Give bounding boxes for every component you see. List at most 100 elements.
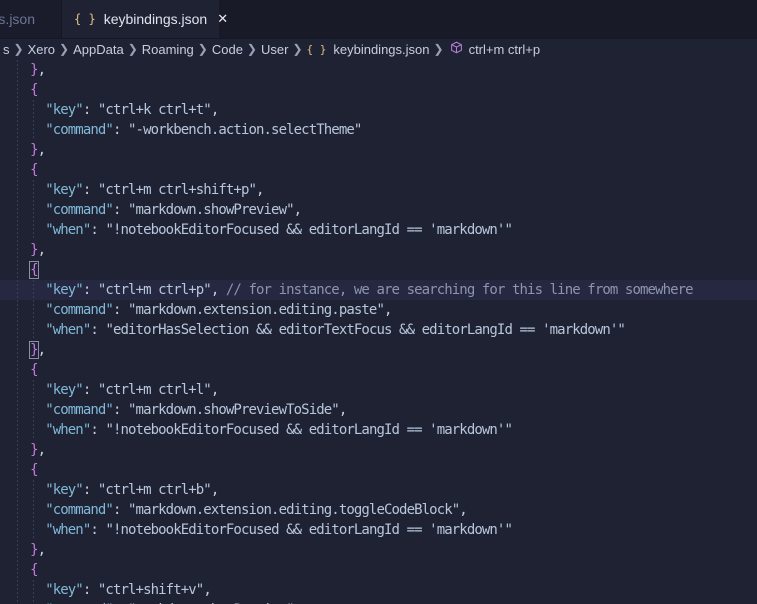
bracket: { bbox=[30, 362, 38, 378]
code-token-punct bbox=[0, 502, 45, 518]
code-line[interactable]: { bbox=[0, 560, 757, 580]
code-token-punct bbox=[0, 202, 45, 218]
code-line[interactable]: { bbox=[0, 460, 757, 480]
code-token-punct bbox=[0, 422, 45, 438]
code-line[interactable]: "key": "ctrl+m ctrl+p", // for instance,… bbox=[0, 280, 757, 300]
code-line[interactable]: { bbox=[0, 360, 757, 380]
code-line[interactable]: "command": "-workbench.action.selectThem… bbox=[0, 120, 757, 140]
code-token-str: "-workbench.action.selectTheme" bbox=[128, 122, 362, 138]
code-token-str: "!notebookEditorFocused && editorLangId … bbox=[105, 522, 512, 538]
close-tab-icon[interactable]: ✕ bbox=[217, 11, 228, 27]
code-token-punct: : bbox=[82, 582, 98, 598]
breadcrumb-item[interactable]: Xero bbox=[28, 42, 55, 57]
code-line[interactable]: "key": "ctrl+m ctrl+l", bbox=[0, 380, 757, 400]
code-token-str: "ctrl+shift+v" bbox=[97, 582, 204, 598]
chevron-right-icon: ❯ bbox=[127, 42, 138, 56]
code-token-key: "when" bbox=[45, 222, 91, 238]
code-line[interactable]: "command": "markdown.showPreview", bbox=[0, 200, 757, 220]
code-token-comment: // for instance, we are searching for th… bbox=[225, 282, 694, 298]
code-line[interactable]: }, bbox=[0, 60, 757, 80]
indent-guide bbox=[33, 180, 34, 200]
code-token-key: "command" bbox=[45, 122, 114, 138]
code-token-punct bbox=[0, 402, 45, 418]
tab-settings-json[interactable]: gs.json bbox=[0, 0, 62, 38]
code-token-key: "key" bbox=[45, 182, 84, 198]
code-line[interactable]: "when": "editorHasSelection && editorTex… bbox=[0, 320, 757, 340]
code-token-punct bbox=[0, 302, 45, 318]
breadcrumb-item[interactable]: Roaming bbox=[142, 42, 194, 57]
bracket: { bbox=[30, 82, 38, 98]
code-token-str: "editorHasSelection && editorTextFocus &… bbox=[105, 322, 625, 338]
code-token-punct: : bbox=[90, 222, 106, 238]
chevron-right-icon: ❯ bbox=[433, 42, 444, 56]
code-token-punct bbox=[0, 102, 45, 118]
code-line[interactable]: }, bbox=[0, 540, 757, 560]
tab-bar: gs.json { } keybindings.json ✕ bbox=[0, 0, 757, 39]
code-token-punct bbox=[0, 522, 45, 538]
indent-guide bbox=[17, 160, 18, 180]
code-line[interactable]: }, bbox=[0, 340, 757, 360]
tab-label: gs.json bbox=[0, 11, 35, 27]
code-line[interactable]: "when": "!notebookEditorFocused && edito… bbox=[0, 420, 757, 440]
indent-guide bbox=[33, 220, 34, 240]
code-token-key: "command" bbox=[45, 202, 114, 218]
code-line[interactable]: "key": "ctrl+shift+v", bbox=[0, 580, 757, 600]
code-line[interactable]: { bbox=[0, 260, 757, 280]
bracket: } bbox=[30, 442, 38, 458]
code-line[interactable]: "command": "markdown.extension.editing.p… bbox=[0, 300, 757, 320]
bracket: } bbox=[30, 242, 38, 258]
code-token-punct: : bbox=[90, 422, 106, 438]
tab-keybindings-json[interactable]: { } keybindings.json ✕ bbox=[62, 0, 228, 38]
indent-guide bbox=[17, 380, 18, 400]
breadcrumb-item[interactable]: Code bbox=[212, 42, 243, 57]
code-token-str: "markdown.showPreviewToSide" bbox=[128, 402, 340, 418]
indent-guide bbox=[17, 480, 18, 500]
indent-guide bbox=[17, 340, 18, 360]
breadcrumb-item[interactable]: User bbox=[261, 42, 288, 57]
indent-guide bbox=[33, 100, 34, 120]
indent-guide bbox=[33, 580, 34, 600]
code-token-str: "ctrl+m ctrl+shift+p" bbox=[97, 182, 257, 198]
code-line[interactable]: { bbox=[0, 160, 757, 180]
code-line[interactable]: "key": "ctrl+k ctrl+t", bbox=[0, 100, 757, 120]
breadcrumb-item[interactable]: AppData bbox=[73, 42, 124, 57]
indent-guide bbox=[17, 360, 18, 380]
breadcrumb-symbol[interactable]: ctrl+m ctrl+p bbox=[469, 42, 541, 57]
indent-guide bbox=[17, 240, 18, 260]
indent-guide bbox=[17, 580, 18, 600]
code-token-punct bbox=[0, 482, 45, 498]
code-line[interactable]: "when": "!notebookEditorFocused && edito… bbox=[0, 220, 757, 240]
indent-guide bbox=[17, 260, 18, 280]
tab-label: keybindings.json bbox=[103, 11, 208, 27]
code-line[interactable]: }, bbox=[0, 240, 757, 260]
code-token-punct: : bbox=[82, 102, 98, 118]
json-file-icon: { } bbox=[306, 42, 327, 56]
code-line[interactable]: "command": "markdown.showPreview", bbox=[0, 600, 757, 604]
indent-guide bbox=[17, 220, 18, 240]
code-token-punct: : bbox=[112, 202, 129, 218]
code-token-punct: , bbox=[210, 382, 219, 398]
chevron-right-icon: ❯ bbox=[292, 42, 303, 56]
code-line[interactable]: "key": "ctrl+m ctrl+b", bbox=[0, 480, 757, 500]
bracket: } bbox=[30, 142, 38, 158]
code-token-punct: , bbox=[210, 482, 219, 498]
indent-guide bbox=[17, 540, 18, 560]
indent-guide bbox=[17, 320, 18, 340]
code-token-punct bbox=[0, 222, 45, 238]
indent-guide bbox=[17, 460, 18, 480]
code-line[interactable]: }, bbox=[0, 140, 757, 160]
bracket: { bbox=[30, 162, 38, 178]
code-line[interactable]: "key": "ctrl+m ctrl+shift+p", bbox=[0, 180, 757, 200]
indent-guide bbox=[17, 60, 18, 80]
code-token-punct: : bbox=[90, 522, 106, 538]
code-line[interactable]: }, bbox=[0, 440, 757, 460]
code-line[interactable]: "command": "markdown.showPreviewToSide", bbox=[0, 400, 757, 420]
breadcrumb-item[interactable]: s bbox=[3, 42, 10, 57]
code-editor[interactable]: }, { "key": "ctrl+k ctrl+t", "command": … bbox=[0, 60, 757, 604]
code-line[interactable]: "command": "markdown.extension.editing.t… bbox=[0, 500, 757, 520]
code-line[interactable]: { bbox=[0, 80, 757, 100]
code-line[interactable]: "when": "!notebookEditorFocused && edito… bbox=[0, 520, 757, 540]
code-token-punct bbox=[0, 182, 45, 198]
breadcrumb-file[interactable]: keybindings.json bbox=[333, 42, 429, 57]
indent-guide bbox=[17, 440, 18, 460]
